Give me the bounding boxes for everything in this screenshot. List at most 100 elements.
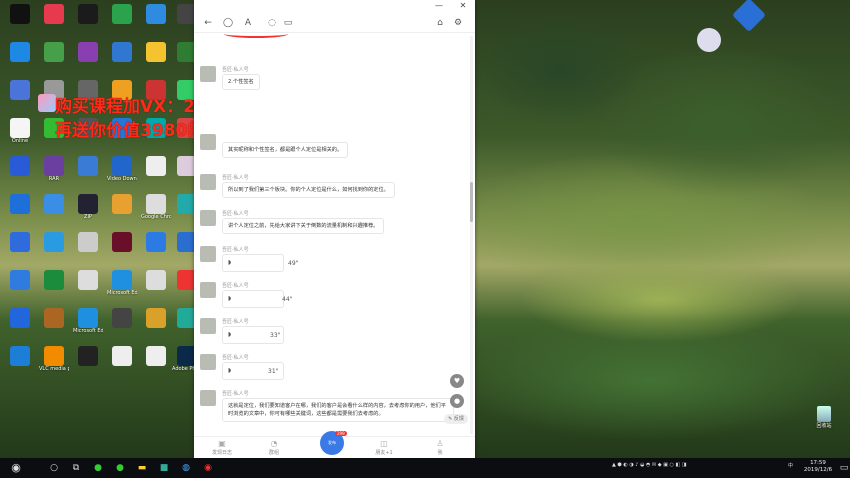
voice-message-bubble[interactable]: ◗ <box>222 290 284 308</box>
sender-name: 吾匠·私人号 <box>222 211 249 217</box>
desktop-icon[interactable] <box>107 308 137 328</box>
app-icon <box>78 156 98 176</box>
desktop-icon[interactable]: Online <box>5 118 35 144</box>
desktop-icon[interactable] <box>5 270 35 290</box>
desktop-icon[interactable]: Microsoft Edge <box>107 270 137 296</box>
desktop-icon[interactable] <box>73 156 103 176</box>
home-icon[interactable]: ⌂ <box>434 17 446 29</box>
hex-app-icon[interactable] <box>732 0 766 32</box>
app-icon <box>10 270 30 290</box>
search-icon[interactable]: ○ <box>48 462 60 474</box>
task-view-icon[interactable]: ⧉ <box>70 462 82 474</box>
desktop-avatar-icon[interactable] <box>697 28 721 52</box>
wechat-icon[interactable]: ● <box>92 462 104 474</box>
nav-item-discover[interactable]: ▣ 发现日志 <box>202 439 242 456</box>
desktop-icon[interactable] <box>107 194 137 214</box>
nav-item-groups[interactable]: ◔ 群组 <box>254 439 294 456</box>
voice-message-bubble[interactable]: ◗ <box>222 254 284 272</box>
text-tool-icon[interactable]: A <box>242 17 254 29</box>
wechat-2-icon[interactable]: ● <box>114 462 126 474</box>
avatar[interactable] <box>200 66 216 82</box>
desktop-icon[interactable] <box>5 4 35 24</box>
avatar[interactable] <box>200 134 216 150</box>
avatar[interactable] <box>200 390 216 406</box>
desktop-icon[interactable] <box>73 42 103 62</box>
nav-item-friends[interactable]: ◫ 朋友+1 <box>364 439 404 456</box>
avatar[interactable] <box>200 318 216 334</box>
nav-item-me[interactable]: ♙ 我 <box>420 439 460 456</box>
avatar[interactable] <box>200 174 216 190</box>
desktop-icon[interactable] <box>141 156 171 176</box>
desktop-icon[interactable] <box>5 42 35 62</box>
desktop-icon[interactable] <box>107 346 137 366</box>
desktop-icon[interactable] <box>141 308 171 328</box>
desktop-icon[interactable] <box>39 232 69 252</box>
desktop-icon[interactable] <box>5 346 35 366</box>
avatar[interactable] <box>200 282 216 298</box>
feed-scrollbar[interactable] <box>470 36 473 434</box>
sender-name: 吾匠·私人号 <box>222 355 249 361</box>
taskbar-clock[interactable]: 17:59 2019/12/6 <box>798 460 838 474</box>
desktop-icon[interactable] <box>107 232 137 252</box>
message-feed[interactable]: 吾匠·私人号 2.个性签名 其实昵称和个性签名，都是跟个人定位是相关的。 吾匠·私人号… <box>194 36 470 434</box>
settings-icon[interactable]: ⚙ <box>452 17 464 29</box>
app-icon <box>146 156 166 176</box>
app-taskbar-icon[interactable]: ■ <box>158 462 170 474</box>
heart-icon[interactable]: ♥ <box>450 374 464 388</box>
desktop-icon[interactable]: RAR <box>39 156 69 182</box>
nav-label: 朋友+1 <box>375 450 393 456</box>
desktop-icon[interactable] <box>73 346 103 366</box>
desktop-icon-label: Online <box>11 138 29 144</box>
avatar[interactable] <box>200 354 216 370</box>
app-icon <box>44 194 64 214</box>
desktop-icon[interactable]: ZIP <box>73 194 103 220</box>
desktop-icon[interactable] <box>141 232 171 252</box>
desktop-icon[interactable] <box>5 194 35 214</box>
desktop-icon[interactable]: VLC media player <box>39 346 69 372</box>
desktop-icon[interactable]: Microsoft Edge C... <box>73 308 103 334</box>
app-icon <box>112 346 132 366</box>
desktop-icon[interactable] <box>5 156 35 176</box>
start-button-icon[interactable]: ◉ <box>10 462 22 474</box>
desktop-icon[interactable] <box>141 42 171 62</box>
desktop-icon[interactable] <box>73 232 103 252</box>
message-bubble: 2.个性签名 <box>222 74 260 90</box>
file-explorer-icon[interactable]: ▬ <box>136 462 148 474</box>
desktop-icon[interactable] <box>5 232 35 252</box>
minimize-button[interactable]: — <box>432 0 446 12</box>
desktop-icon[interactable] <box>107 4 137 24</box>
note-icon[interactable]: ▭ <box>282 17 294 29</box>
desktop-icon[interactable] <box>73 270 103 290</box>
feedback-button[interactable]: ✎ 反馈 <box>444 414 468 424</box>
chrome-icon[interactable]: ◍ <box>180 462 192 474</box>
desktop-icon[interactable]: Google Chrome <box>141 194 171 220</box>
desktop-icon[interactable] <box>5 80 35 100</box>
recorder-icon[interactable]: ◉ <box>202 462 214 474</box>
close-button[interactable]: ✕ <box>456 0 470 12</box>
desktop-icon[interactable] <box>39 308 69 328</box>
desktop-icon[interactable] <box>5 308 35 328</box>
desktop-icon[interactable] <box>73 4 103 24</box>
desktop-icon[interactable] <box>39 194 69 214</box>
desktop-icon[interactable]: Video Downloader <box>107 156 137 182</box>
avatar[interactable] <box>200 210 216 226</box>
app-icon <box>112 308 132 328</box>
desktop-icon[interactable] <box>141 270 171 290</box>
desktop-icon[interactable] <box>141 4 171 24</box>
recycle-bin[interactable]: 回收站 <box>812 406 836 429</box>
app-icon <box>112 270 132 290</box>
back-icon[interactable]: ← <box>202 17 214 29</box>
desktop-icon[interactable] <box>39 270 69 290</box>
comment-icon[interactable]: ◌ <box>266 17 278 29</box>
ime-indicator[interactable]: 中 <box>788 462 793 469</box>
avatar[interactable] <box>200 246 216 262</box>
circle-tool-icon[interactable]: ◯ <box>222 17 234 29</box>
desktop-icon[interactable] <box>39 4 69 24</box>
desktop-icon[interactable] <box>107 42 137 62</box>
tray-icons[interactable]: ▲ ⬢ ◐ ◑ ♪ ◒ ◓ ✉ ◆ ▣ ○ ◧ ◨ <box>612 462 687 468</box>
desktop-icon[interactable] <box>39 42 69 62</box>
desktop-icon[interactable] <box>141 346 171 366</box>
chat-bubble-icon[interactable]: ● <box>450 394 464 408</box>
scrollbar-thumb[interactable] <box>470 182 473 222</box>
notification-icon[interactable]: ▭ <box>838 462 850 474</box>
